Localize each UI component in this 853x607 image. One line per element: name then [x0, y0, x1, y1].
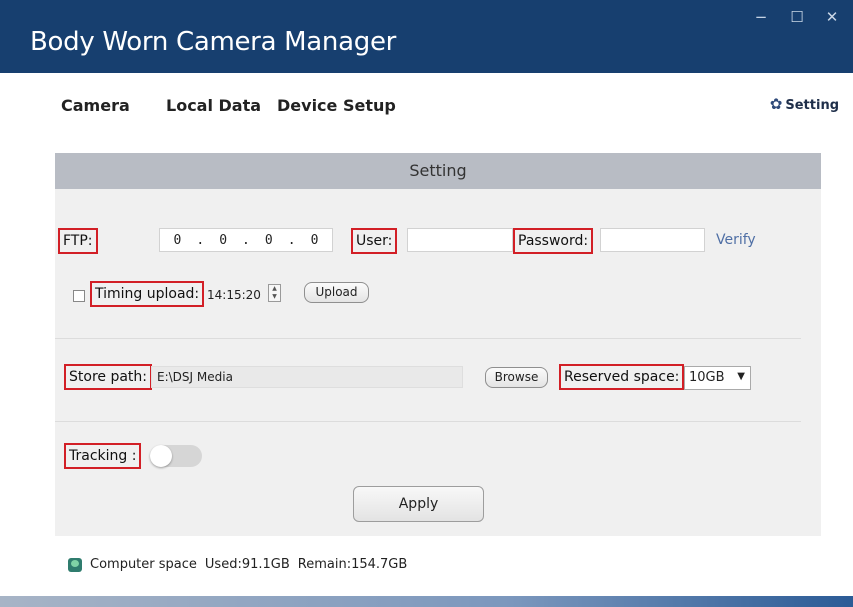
- tracking-label: Tracking :: [64, 443, 142, 469]
- user-input[interactable]: [407, 228, 513, 252]
- divider: [55, 338, 801, 339]
- ip-octet-3: 0: [264, 232, 273, 248]
- close-button[interactable]: ✕: [818, 6, 846, 28]
- bottom-bar: [0, 596, 853, 607]
- reserved-space-label: Reserved space:: [559, 364, 685, 390]
- ftp-label: FTP:: [58, 228, 98, 254]
- upload-button[interactable]: Upload: [304, 282, 369, 303]
- store-path-label: Store path:: [64, 364, 152, 390]
- settings-panel: Setting FTP: 0 . 0 . 0 . 0 User: Passwor…: [55, 153, 821, 536]
- setting-link[interactable]: ✿ Setting: [770, 95, 839, 113]
- nav-item-device-setup[interactable]: Device Setup: [277, 96, 396, 115]
- password-label: Password:: [513, 228, 594, 254]
- divider: [55, 421, 801, 422]
- used-space: Used:91.1GB: [204, 557, 290, 572]
- minimize-button[interactable]: −: [747, 6, 775, 28]
- computer-space-label: Computer space: [90, 557, 197, 572]
- app-title: Body Worn Camera Manager: [30, 27, 397, 57]
- timing-time-input[interactable]: 14:15:20: [207, 288, 261, 302]
- store-path-input[interactable]: E:\DSJ Media: [151, 366, 463, 388]
- nav-item-camera[interactable]: Camera: [61, 96, 130, 115]
- setting-label: Setting: [785, 98, 839, 113]
- verify-link[interactable]: Verify: [716, 232, 756, 248]
- ip-octet-2: 0: [219, 232, 228, 248]
- status-bar: Computer space Used:91.1GB Remain:154.7G…: [68, 557, 407, 572]
- reserved-space-select[interactable]: 10GB ▼: [684, 366, 751, 390]
- ip-octet-1: 0: [173, 232, 182, 248]
- user-label: User:: [351, 228, 398, 254]
- title-bar: Body Worn Camera Manager − ☐ ✕: [0, 0, 853, 73]
- apply-button[interactable]: Apply: [353, 486, 484, 522]
- panel-title: Setting: [409, 161, 467, 180]
- timing-upload-label: Timing upload:: [90, 281, 205, 307]
- ip-octet-4: 0: [310, 232, 319, 248]
- disk-icon: [68, 557, 82, 572]
- panel-header: Setting: [55, 153, 821, 189]
- maximize-button[interactable]: ☐: [783, 6, 811, 28]
- ftp-ip-input[interactable]: 0 . 0 . 0 . 0: [159, 228, 333, 252]
- password-input[interactable]: [600, 228, 705, 252]
- chevron-down-icon: ▼: [737, 371, 745, 382]
- ip-separator: .: [287, 232, 296, 248]
- reserved-space-value: 10GB: [689, 370, 725, 385]
- toggle-knob: [150, 445, 172, 467]
- browse-button[interactable]: Browse: [485, 367, 548, 388]
- remain-space: Remain:154.7GB: [297, 557, 408, 572]
- ip-separator: .: [242, 232, 250, 248]
- time-spinner[interactable]: ▲ ▼: [268, 284, 281, 302]
- tracking-toggle[interactable]: [150, 445, 202, 467]
- ip-separator: .: [196, 232, 205, 248]
- timing-upload-checkbox[interactable]: [73, 290, 85, 302]
- nav-item-local-data[interactable]: Local Data: [166, 96, 261, 115]
- gear-icon: ✿: [769, 95, 783, 113]
